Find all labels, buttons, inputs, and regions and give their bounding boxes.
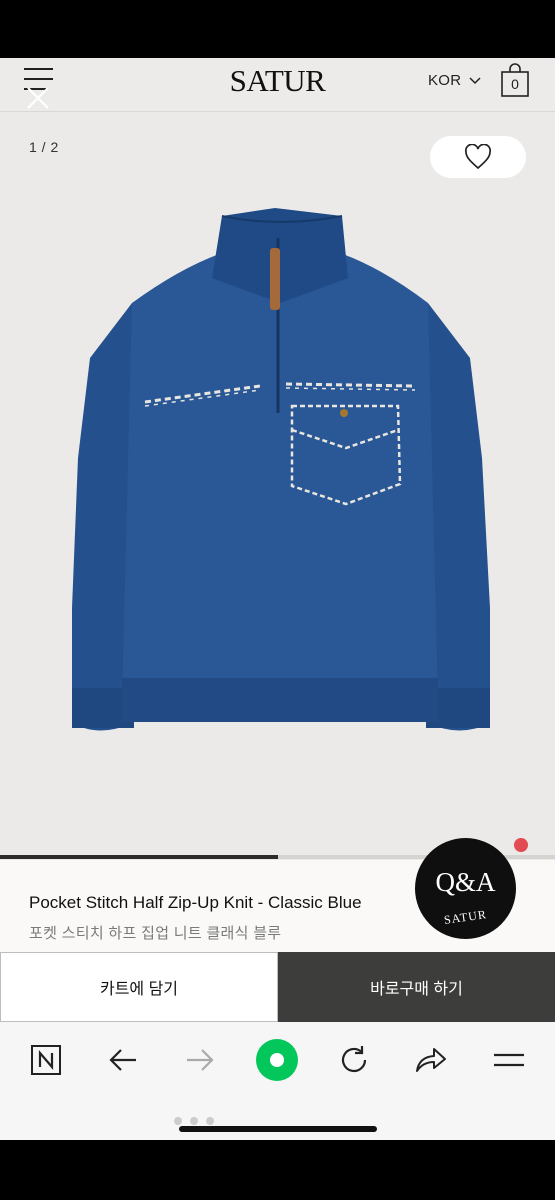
naver-home-button[interactable]: [24, 1038, 68, 1082]
qa-button[interactable]: Q&A SATUR: [415, 838, 516, 939]
product-name-ko: 포켓 스티치 하프 집업 니트 클래식 블루: [29, 925, 282, 942]
back-button[interactable]: [101, 1038, 145, 1082]
green-dot-button[interactable]: [255, 1038, 299, 1082]
back-arrow-icon: [109, 1049, 136, 1071]
purchase-actions: 카트에 담기 바로구매 하기: [0, 952, 555, 1022]
green-dot-icon: [256, 1039, 298, 1081]
cart-count: 0: [511, 76, 519, 92]
browser-toolbar: [0, 1022, 555, 1140]
forward-button[interactable]: [178, 1038, 222, 1082]
forward-arrow-icon: [187, 1049, 214, 1071]
site-header: SATUR KOR 0: [0, 58, 555, 112]
product-image: [72, 208, 490, 731]
share-icon: [416, 1048, 446, 1072]
heart-icon: [464, 144, 492, 170]
buy-now-button[interactable]: 바로구매 하기: [278, 952, 555, 1022]
home-indicator[interactable]: [179, 1126, 377, 1132]
chevron-down-icon: [469, 77, 481, 85]
menu-icon: [494, 1053, 524, 1067]
reload-icon: [341, 1046, 367, 1073]
page-dots: [174, 1117, 214, 1125]
qa-label: Q&A: [435, 867, 496, 897]
language-label: KOR: [428, 72, 462, 89]
image-counter: 1 / 2: [29, 139, 59, 155]
naver-n-icon: [31, 1045, 61, 1075]
gallery-progress-fill: [0, 855, 278, 859]
bottom-bezel: [0, 1140, 555, 1200]
add-to-cart-button[interactable]: 카트에 담기: [0, 952, 278, 1022]
notification-dot: [514, 838, 528, 852]
wishlist-button[interactable]: [430, 136, 526, 178]
cart-button[interactable]: 0: [501, 63, 529, 97]
reload-button[interactable]: [332, 1038, 376, 1082]
share-button[interactable]: [409, 1038, 453, 1082]
product-name-en: Pocket Stitch Half Zip-Up Knit - Classic…: [29, 893, 362, 912]
product-gallery[interactable]: 1 / 2: [0, 112, 555, 860]
language-selector[interactable]: KOR: [428, 72, 481, 89]
browser-menu-button[interactable]: [487, 1038, 531, 1082]
status-bar: [0, 0, 555, 58]
